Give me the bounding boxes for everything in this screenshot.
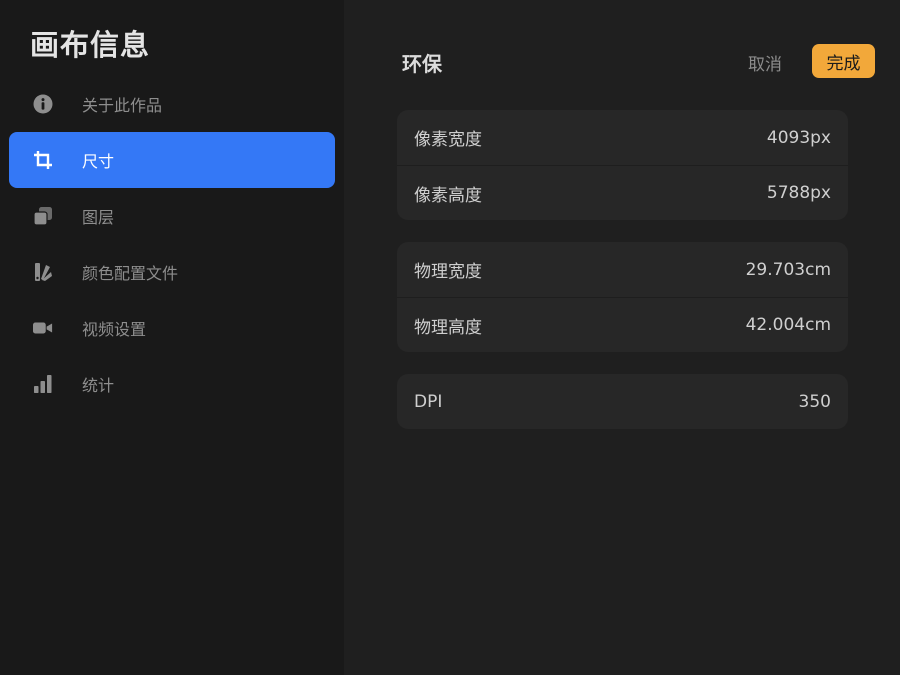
sidebar-item-label: 关于此作品 bbox=[82, 96, 163, 115]
dpi-group: DPI 350 bbox=[397, 374, 848, 429]
main-panel: 环保 取消 完成 像素宽度 4093px 像素高度 5788px 物理宽度 29… bbox=[344, 0, 900, 675]
info-icon bbox=[33, 94, 53, 114]
pixel-height-value[interactable]: 5788px bbox=[767, 183, 831, 203]
physical-width-label: 物理宽度 bbox=[414, 262, 482, 282]
sidebar-item-label: 图层 bbox=[82, 208, 115, 227]
page-title: 环保 bbox=[402, 52, 442, 76]
sidebar-item-about[interactable]: 关于此作品 bbox=[9, 76, 335, 132]
sidebar-item-label: 颜色配置文件 bbox=[82, 264, 179, 283]
bar-chart-icon bbox=[33, 374, 53, 394]
pixel-height-row[interactable]: 像素高度 5788px bbox=[397, 165, 848, 220]
sidebar-title: 画布信息 bbox=[30, 28, 151, 62]
dpi-row[interactable]: DPI 350 bbox=[397, 374, 848, 429]
sidebar: 画布信息 关于此作品 尺寸 图层 颜色配置文件 视频设置 统计 bbox=[0, 0, 344, 675]
sidebar-item-dimensions[interactable]: 尺寸 bbox=[9, 132, 335, 188]
physical-width-row[interactable]: 物理宽度 29.703cm bbox=[397, 242, 848, 297]
pixel-height-label: 像素高度 bbox=[414, 185, 482, 206]
physical-dimensions-group: 物理宽度 29.703cm 物理高度 42.004cm bbox=[397, 242, 848, 352]
dpi-label: DPI bbox=[414, 391, 443, 412]
sidebar-menu: 关于此作品 尺寸 图层 颜色配置文件 视频设置 统计 bbox=[9, 76, 335, 412]
physical-height-row[interactable]: 物理高度 42.004cm bbox=[397, 297, 848, 352]
color-profile-icon bbox=[33, 262, 53, 282]
pixel-dimensions-group: 像素宽度 4093px 像素高度 5788px bbox=[397, 110, 848, 220]
sidebar-item-video-settings[interactable]: 视频设置 bbox=[9, 300, 335, 356]
layers-icon bbox=[33, 206, 53, 226]
sidebar-item-label: 尺寸 bbox=[82, 152, 115, 171]
done-button[interactable]: 完成 bbox=[812, 44, 875, 78]
sidebar-item-layers[interactable]: 图层 bbox=[9, 188, 335, 244]
sidebar-item-label: 统计 bbox=[82, 376, 115, 395]
dpi-value[interactable]: 350 bbox=[799, 392, 831, 412]
physical-height-label: 物理高度 bbox=[414, 317, 482, 338]
physical-width-value[interactable]: 29.703cm bbox=[746, 260, 831, 280]
pixel-width-row[interactable]: 像素宽度 4093px bbox=[397, 110, 848, 165]
physical-height-value[interactable]: 42.004cm bbox=[746, 315, 831, 335]
sidebar-item-color-profile[interactable]: 颜色配置文件 bbox=[9, 244, 335, 300]
sidebar-item-label: 视频设置 bbox=[82, 320, 147, 339]
pixel-width-label: 像素宽度 bbox=[414, 130, 482, 150]
video-camera-icon bbox=[33, 318, 53, 338]
sidebar-item-statistics[interactable]: 统计 bbox=[9, 356, 335, 412]
cancel-button[interactable]: 取消 bbox=[748, 50, 782, 75]
pixel-width-value[interactable]: 4093px bbox=[767, 128, 831, 148]
crop-icon bbox=[33, 150, 53, 170]
